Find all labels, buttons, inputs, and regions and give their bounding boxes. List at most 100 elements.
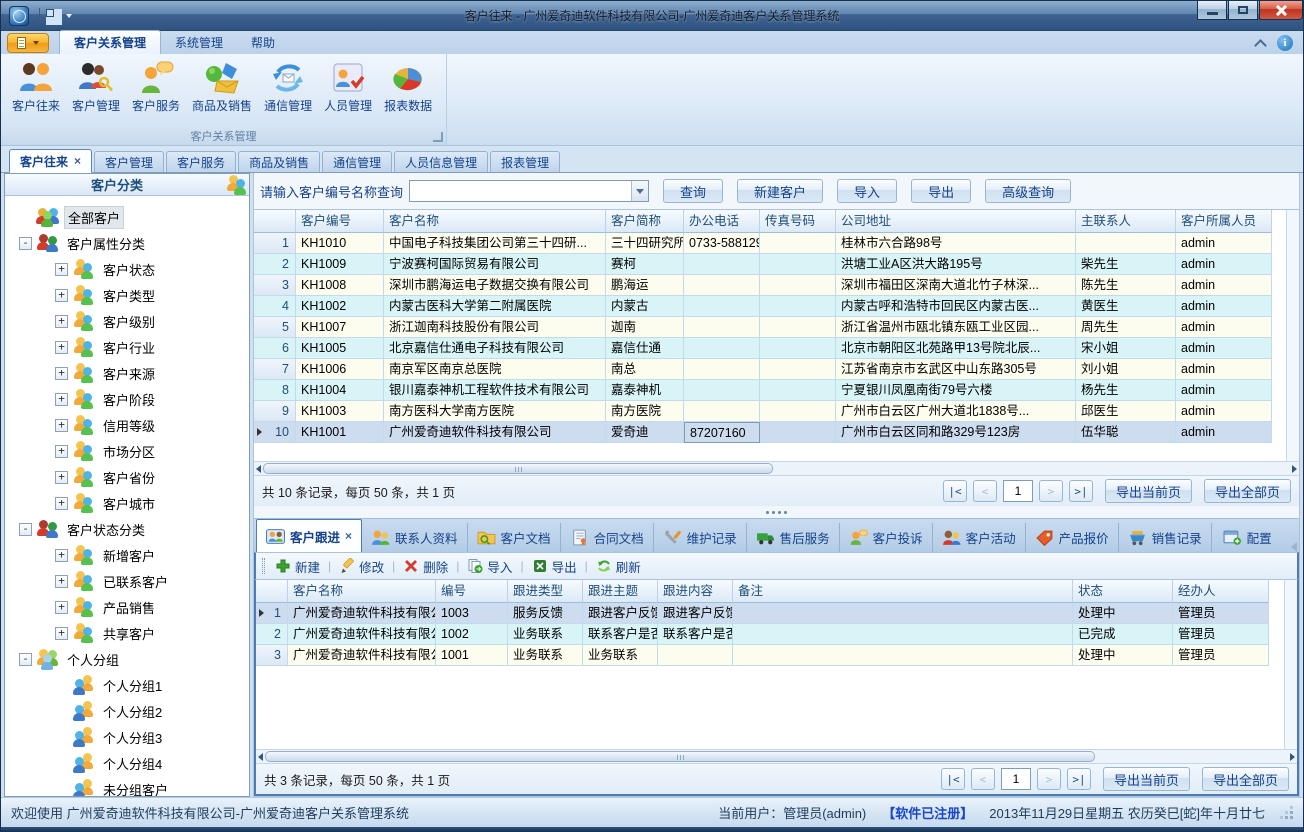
page-number-input[interactable] xyxy=(1003,480,1033,502)
table-row[interactable]: 1广州爱奇迪软件科技有限公司1003服务反馈跟进客户反馈...跟进客户反馈...… xyxy=(256,603,1284,624)
table-cell[interactable]: KH1005 xyxy=(296,338,384,359)
table-cell[interactable]: admin xyxy=(1176,275,1272,296)
doc-tab-customer-contacts[interactable]: 客户往来× xyxy=(9,149,92,173)
tree-item[interactable]: +客户阶段 xyxy=(55,386,249,412)
table-cell[interactable]: 广州爱奇迪软件科技有限公司 xyxy=(384,422,606,443)
table-cell[interactable]: KH1008 xyxy=(296,275,384,296)
plus-expander-icon[interactable]: + xyxy=(55,497,68,510)
table-cell[interactable]: 内蒙古 xyxy=(606,296,684,317)
table-cell[interactable]: 广州爱奇迪软件科技有限公司 xyxy=(288,603,436,624)
tab-scroll-left-icon[interactable] xyxy=(1291,542,1297,552)
table-cell[interactable]: 联系客户是否... xyxy=(583,624,658,645)
ribbon-button-communication[interactable]: 通信管理 xyxy=(259,58,317,117)
ribbon-tab-help[interactable]: 帮助 xyxy=(237,31,289,54)
ribbon-button-goods-sales[interactable]: 商品及销售 xyxy=(187,58,257,117)
last-page-button[interactable]: >| xyxy=(1069,480,1093,502)
dialog-launcher-icon[interactable] xyxy=(433,132,443,142)
table-cell[interactable]: KH1010 xyxy=(296,233,384,254)
table-cell[interactable]: 处理中 xyxy=(1073,645,1173,666)
ribbon-button-customer-manage[interactable]: 客户管理 xyxy=(67,58,125,117)
table-row[interactable]: 2广州爱奇迪软件科技有限公司1002业务联系联系客户是否...联系客户是否...… xyxy=(256,624,1284,645)
table-cell[interactable] xyxy=(733,624,1073,645)
detail-tab-sales-records[interactable]: 销售记录 xyxy=(1119,523,1212,552)
table-cell[interactable]: KH1006 xyxy=(296,359,384,380)
plus-expander-icon[interactable]: + xyxy=(55,367,68,380)
table-cell[interactable] xyxy=(1076,233,1176,254)
vertical-scrollbar[interactable] xyxy=(1284,580,1297,749)
table-cell[interactable]: 南方医科大学南方医院 xyxy=(384,401,606,422)
table-cell[interactable] xyxy=(760,296,836,317)
table-cell[interactable]: 业务联系 xyxy=(508,624,583,645)
plus-expander-icon[interactable]: + xyxy=(55,627,68,640)
table-cell[interactable] xyxy=(760,338,836,359)
table-cell[interactable] xyxy=(684,317,760,338)
prev-page-button[interactable]: < xyxy=(973,480,997,502)
table-row[interactable]: 1KH1010中国电子科技集团公司第三十四研...三十四研究所0733-5881… xyxy=(254,233,1286,254)
edit-record-button[interactable]: 修改 xyxy=(339,557,384,576)
table-cell[interactable]: KH1003 xyxy=(296,401,384,422)
detail-tab-contacts[interactable]: 联系人资料 xyxy=(362,523,468,552)
table-row[interactable]: 9KH1003南方医科大学南方医院南方医院广州市白云区广州大道北1838号...… xyxy=(254,401,1286,422)
plus-expander-icon[interactable]: + xyxy=(55,445,68,458)
table-cell[interactable]: 浙江省温州市瓯北镇东瓯工业区园... xyxy=(836,317,1076,338)
plus-expander-icon[interactable]: + xyxy=(55,289,68,302)
detail-tab-complaints[interactable]: 客户投诉 xyxy=(840,523,933,552)
table-cell[interactable]: KH1007 xyxy=(296,317,384,338)
application-menu-button[interactable] xyxy=(7,33,49,53)
minus-expander-icon[interactable]: - xyxy=(19,523,32,536)
quick-access-dropdown-icon[interactable] xyxy=(66,14,72,18)
table-cell[interactable]: 广州爱奇迪软件科技有限公司 xyxy=(288,624,436,645)
tree-item[interactable]: +产品销售 xyxy=(55,594,249,620)
tree-item[interactable]: 全部客户 xyxy=(19,204,249,230)
ribbon-button-personnel[interactable]: 人员管理 xyxy=(319,58,377,117)
first-page-button[interactable]: |< xyxy=(941,768,965,790)
tree-item[interactable]: 个人分组2 xyxy=(55,698,249,724)
query-button[interactable]: 查询 xyxy=(663,179,723,203)
table-cell[interactable]: 服务反馈 xyxy=(508,603,583,624)
column-header[interactable]: 跟进类型 xyxy=(508,580,583,603)
scroll-left-icon[interactable] xyxy=(256,465,261,473)
table-row[interactable]: 7KH1006南京军区南京总医院南总江苏省南京市玄武区中山东路305号刘小姐ad… xyxy=(254,359,1286,380)
collapse-ribbon-icon[interactable] xyxy=(1254,39,1267,52)
table-cell[interactable]: admin xyxy=(1176,296,1272,317)
table-cell[interactable] xyxy=(658,645,733,666)
detail-tab-contract-docs[interactable]: 合同文档 xyxy=(561,523,654,552)
detail-tab-activities[interactable]: 客户活动 xyxy=(933,523,1026,552)
table-cell[interactable]: 刘小姐 xyxy=(1076,359,1176,380)
tree-item[interactable]: +客户级别 xyxy=(55,308,249,334)
table-cell[interactable] xyxy=(760,401,836,422)
table-cell[interactable]: 内蒙古医科大学第二附属医院 xyxy=(384,296,606,317)
table-cell[interactable]: admin xyxy=(1176,422,1272,443)
export-all-pages-button[interactable]: 导出全部页 xyxy=(1204,479,1291,503)
table-row[interactable]: 10KH1001广州爱奇迪软件科技有限公司爱奇迪87207160广州市白云区同和… xyxy=(254,422,1286,443)
ribbon-button-customer-contacts[interactable]: 客户往来 xyxy=(7,58,65,117)
table-cell[interactable] xyxy=(760,317,836,338)
table-cell[interactable]: admin xyxy=(1176,401,1272,422)
app-logo-icon[interactable] xyxy=(9,6,29,26)
first-page-button[interactable]: |< xyxy=(943,480,967,502)
table-cell[interactable]: 江苏省南京市玄武区中山东路305号 xyxy=(836,359,1076,380)
table-cell[interactable] xyxy=(684,380,760,401)
ribbon-tab-system[interactable]: 系统管理 xyxy=(161,31,237,54)
pane-splitter[interactable] xyxy=(254,506,1299,518)
doc-tab-customer-service[interactable]: 客户服务 xyxy=(166,151,236,172)
info-icon[interactable]: i xyxy=(1277,35,1293,51)
page-number-input[interactable] xyxy=(1001,768,1031,790)
detail-tab-maintenance[interactable]: 维护记录 xyxy=(654,523,747,552)
delete-record-button[interactable]: 删除 xyxy=(403,557,448,576)
table-row[interactable]: 6KH1005北京嘉信仕通电子科技有限公司嘉信仕通北京市朝阳区北苑路甲13号院北… xyxy=(254,338,1286,359)
export-records-button[interactable]: 导出 xyxy=(532,557,577,576)
table-cell[interactable]: 宁波赛柯国际贸易有限公司 xyxy=(384,254,606,275)
quick-access-grid-icon[interactable] xyxy=(46,9,60,23)
table-cell[interactable] xyxy=(760,422,836,443)
table-cell[interactable] xyxy=(760,275,836,296)
table-cell[interactable]: 南总 xyxy=(606,359,684,380)
column-header[interactable]: 状态 xyxy=(1073,580,1173,603)
table-cell[interactable]: 伍华聪 xyxy=(1076,422,1176,443)
close-tab-icon[interactable]: × xyxy=(345,531,352,541)
tree-item[interactable]: 未分组客户 xyxy=(55,776,249,796)
table-cell[interactable]: 联系客户是否... xyxy=(658,624,733,645)
tree-item[interactable]: +客户状态 xyxy=(55,256,249,282)
import-records-button[interactable]: 导入 xyxy=(467,557,512,576)
column-header[interactable]: 主联系人 xyxy=(1076,210,1176,233)
